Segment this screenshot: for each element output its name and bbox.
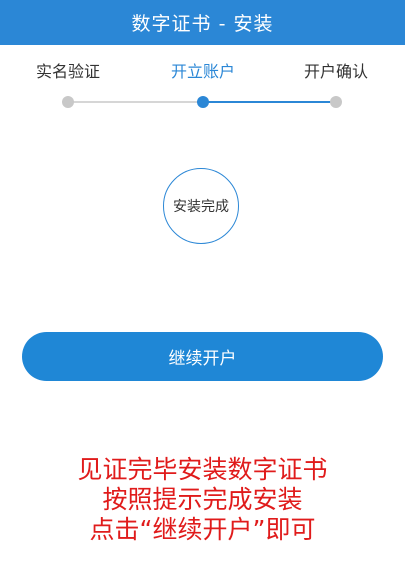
instruction-annotation: 见证完毕安装数字证书 按照提示完成安装 点击“继续开户”即可: [0, 455, 405, 545]
step-dot-verify: [62, 96, 74, 108]
progress-track-completed: [68, 101, 203, 103]
annotation-line: 按照提示完成安装: [102, 485, 303, 514]
progress-track-current: [203, 101, 336, 103]
step-dot-open-account: [197, 96, 209, 108]
install-status-text: 安装完成: [173, 199, 229, 215]
step-dot-confirm: [330, 96, 342, 108]
step-label-confirm: 开户确认: [303, 62, 369, 81]
step-label-verify: 实名验证: [35, 62, 101, 81]
continue-account-button-label: 继续开户: [168, 349, 237, 369]
annotation-line: 点击“继续开户”即可: [89, 515, 316, 544]
header-bar: 数字证书 - 安装: [0, 0, 405, 45]
install-status-circle: 安装完成: [163, 168, 239, 244]
annotation-line: 见证完毕安装数字证书: [77, 455, 328, 484]
continue-account-button[interactable]: 继续开户: [22, 332, 383, 381]
step-label-open-account: 开立账户: [170, 62, 236, 81]
page-title: 数字证书 - 安装: [131, 13, 274, 35]
